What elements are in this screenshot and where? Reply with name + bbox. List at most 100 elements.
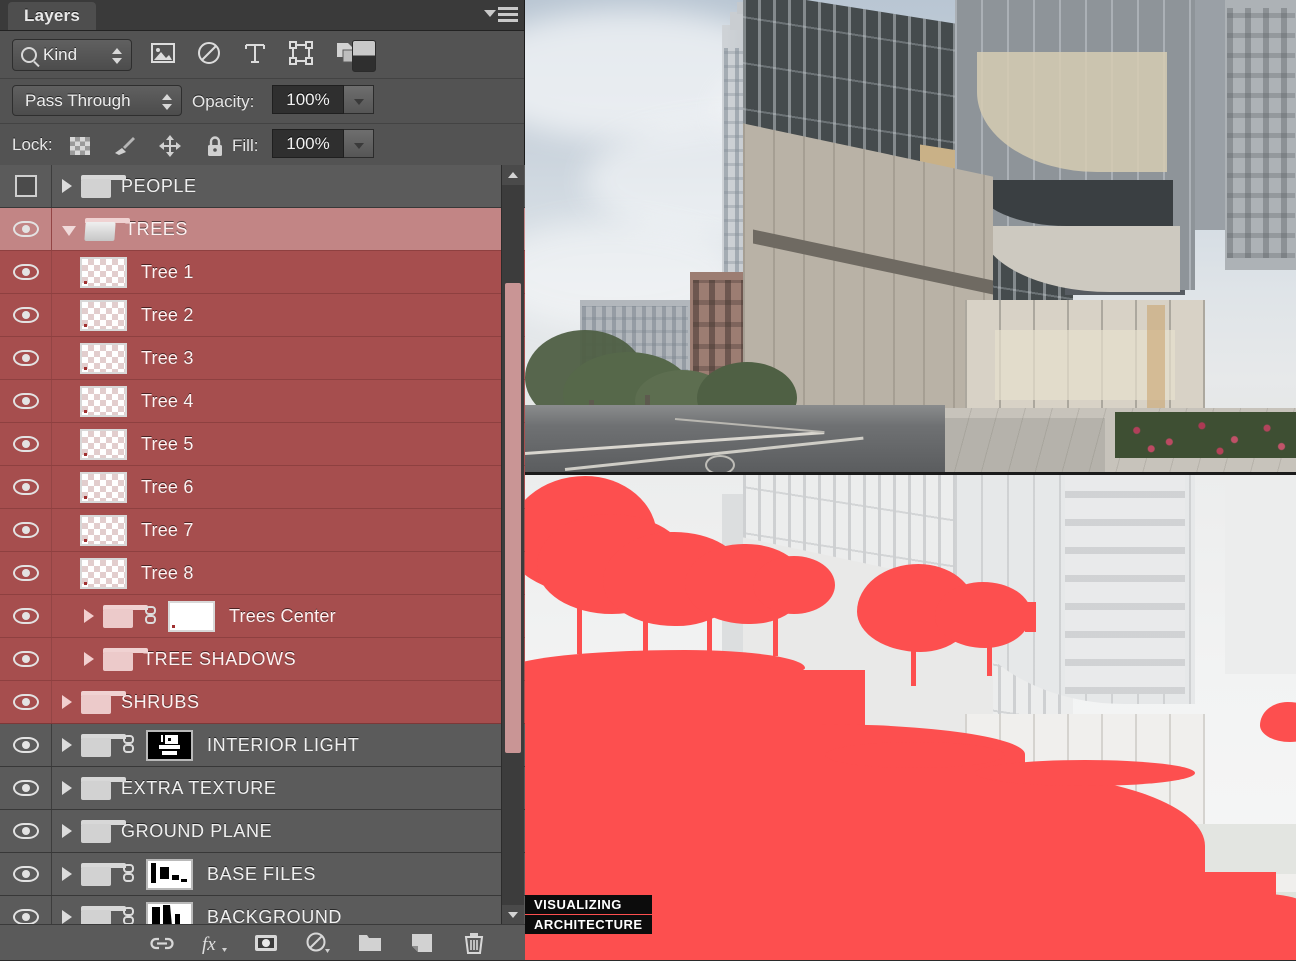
filter-enable-toggle[interactable] bbox=[352, 40, 376, 72]
layer-thumbnail[interactable] bbox=[80, 471, 127, 503]
chevron-right-icon[interactable] bbox=[62, 910, 72, 924]
link-layers-icon[interactable] bbox=[149, 930, 175, 956]
blend-mode-dropdown[interactable]: Pass Through bbox=[12, 85, 182, 116]
scroll-up-arrow[interactable] bbox=[502, 165, 524, 185]
layer-visibility-toggle[interactable] bbox=[0, 509, 52, 551]
layer-visibility-toggle[interactable] bbox=[0, 294, 52, 336]
layer-row[interactable]: Tree 5 bbox=[0, 423, 525, 466]
link-icon[interactable] bbox=[143, 605, 159, 627]
layer-visibility-toggle[interactable] bbox=[0, 337, 52, 379]
fill-input[interactable]: 100% bbox=[272, 129, 344, 158]
layer-visibility-toggle[interactable] bbox=[0, 251, 52, 293]
layer-row-body[interactable]: Tree 2 bbox=[52, 294, 525, 336]
layer-visibility-toggle[interactable] bbox=[0, 466, 52, 508]
tab-layers[interactable]: Layers bbox=[8, 2, 97, 30]
layer-row-body[interactable]: Tree 5 bbox=[52, 423, 525, 465]
filter-kind-dropdown[interactable]: Kind bbox=[12, 39, 132, 71]
image-filter-icon[interactable] bbox=[150, 40, 176, 66]
layer-style-fx-icon[interactable]: fx bbox=[201, 930, 227, 956]
layer-row[interactable]: TREES bbox=[0, 208, 525, 251]
layer-row[interactable]: Tree 3 bbox=[0, 337, 525, 380]
layer-row-body[interactable]: Tree 8 bbox=[52, 552, 525, 594]
layer-visibility-toggle[interactable] bbox=[0, 896, 52, 925]
layer-visibility-toggle[interactable] bbox=[0, 853, 52, 895]
layer-visibility-toggle[interactable] bbox=[0, 208, 52, 250]
new-adjustment-layer-icon[interactable] bbox=[305, 930, 331, 956]
layer-visibility-toggle[interactable] bbox=[0, 380, 52, 422]
layer-thumbnail[interactable] bbox=[80, 256, 127, 288]
delete-layer-icon[interactable] bbox=[461, 930, 487, 956]
lock-all-icon[interactable] bbox=[203, 134, 227, 158]
layer-row[interactable]: Tree 8 bbox=[0, 552, 525, 595]
layer-row-body[interactable]: BASE FILES bbox=[52, 853, 525, 895]
lock-transparent-pixels-icon[interactable] bbox=[68, 134, 92, 158]
layer-row-body[interactable]: GROUND PLANE bbox=[52, 810, 525, 852]
layer-visibility-toggle[interactable] bbox=[0, 595, 52, 637]
scroll-down-arrow[interactable] bbox=[502, 905, 524, 925]
layer-mask-thumbnail[interactable] bbox=[168, 600, 215, 632]
layer-row[interactable]: Tree 2 bbox=[0, 294, 525, 337]
layer-row[interactable]: INTERIOR LIGHT bbox=[0, 724, 525, 767]
lock-image-pixels-icon[interactable] bbox=[113, 134, 137, 158]
layer-row-body[interactable]: SHRUBS bbox=[52, 681, 525, 723]
chevron-right-icon[interactable] bbox=[84, 609, 94, 623]
layer-row[interactable]: SHRUBS bbox=[0, 681, 525, 724]
link-icon[interactable] bbox=[121, 863, 137, 885]
layer-thumbnail[interactable] bbox=[80, 342, 127, 374]
layer-row[interactable]: Tree 7 bbox=[0, 509, 525, 552]
fill-stepper[interactable] bbox=[344, 129, 374, 158]
lock-position-icon[interactable] bbox=[158, 134, 182, 158]
shape-filter-icon[interactable] bbox=[288, 40, 314, 66]
chevron-right-icon[interactable] bbox=[62, 824, 72, 838]
layer-row[interactable]: BACKGROUND bbox=[0, 896, 525, 925]
adjustment-filter-icon[interactable] bbox=[196, 40, 222, 66]
chevron-right-icon[interactable] bbox=[62, 781, 72, 795]
layer-thumbnail[interactable] bbox=[80, 385, 127, 417]
layer-row[interactable]: GROUND PLANE bbox=[0, 810, 525, 853]
new-group-icon[interactable] bbox=[357, 930, 383, 956]
layer-row[interactable]: Tree 6 bbox=[0, 466, 525, 509]
layer-row-body[interactable]: TREES bbox=[52, 208, 525, 250]
layer-row-body[interactable]: Tree 6 bbox=[52, 466, 525, 508]
layer-row-body[interactable]: BACKGROUND bbox=[52, 896, 525, 925]
chevron-right-icon[interactable] bbox=[84, 652, 94, 666]
layer-row[interactable]: Tree 1 bbox=[0, 251, 525, 294]
layer-visibility-toggle[interactable] bbox=[0, 767, 52, 809]
layer-row[interactable]: PEOPLE bbox=[0, 165, 525, 208]
layer-row-body[interactable]: Tree 4 bbox=[52, 380, 525, 422]
add-layer-mask-icon[interactable] bbox=[253, 930, 279, 956]
type-filter-icon[interactable] bbox=[242, 40, 268, 66]
chevron-down-icon[interactable] bbox=[62, 225, 76, 236]
layer-row-body[interactable]: EXTRA TEXTURE bbox=[52, 767, 525, 809]
opacity-input[interactable]: 100% bbox=[272, 85, 344, 114]
layer-row[interactable]: Tree 4 bbox=[0, 380, 525, 423]
layer-row[interactable]: TREE SHADOWS bbox=[0, 638, 525, 681]
layer-visibility-toggle[interactable] bbox=[0, 638, 52, 680]
layer-row-body[interactable]: INTERIOR LIGHT bbox=[52, 724, 525, 766]
layer-visibility-toggle[interactable] bbox=[0, 681, 52, 723]
chevron-right-icon[interactable] bbox=[62, 738, 72, 752]
layer-row[interactable]: Trees Center bbox=[0, 595, 525, 638]
layer-row-body[interactable]: Trees Center bbox=[52, 595, 525, 637]
layer-row-body[interactable]: Tree 7 bbox=[52, 509, 525, 551]
layer-mask-thumbnail[interactable] bbox=[146, 858, 193, 890]
layer-row-body[interactable]: TREE SHADOWS bbox=[52, 638, 525, 680]
chevron-right-icon[interactable] bbox=[62, 179, 72, 193]
chevron-right-icon[interactable] bbox=[62, 867, 72, 881]
layer-row[interactable]: BASE FILES bbox=[0, 853, 525, 896]
layer-row-body[interactable]: Tree 1 bbox=[52, 251, 525, 293]
layer-row-body[interactable]: PEOPLE bbox=[52, 165, 525, 207]
new-layer-icon[interactable] bbox=[409, 930, 435, 956]
layer-thumbnail[interactable] bbox=[80, 299, 127, 331]
link-icon[interactable] bbox=[121, 906, 137, 925]
layer-row-body[interactable]: Tree 3 bbox=[52, 337, 525, 379]
layer-mask-thumbnail[interactable] bbox=[146, 901, 193, 925]
layer-visibility-toggle[interactable] bbox=[0, 724, 52, 766]
opacity-stepper[interactable] bbox=[344, 85, 374, 114]
layer-mask-thumbnail[interactable] bbox=[146, 729, 193, 761]
panel-menu-icon[interactable] bbox=[484, 4, 518, 26]
layer-visibility-toggle[interactable] bbox=[0, 810, 52, 852]
chevron-right-icon[interactable] bbox=[62, 695, 72, 709]
layer-visibility-toggle[interactable] bbox=[0, 165, 52, 207]
scrollbar-thumb[interactable] bbox=[505, 283, 521, 753]
